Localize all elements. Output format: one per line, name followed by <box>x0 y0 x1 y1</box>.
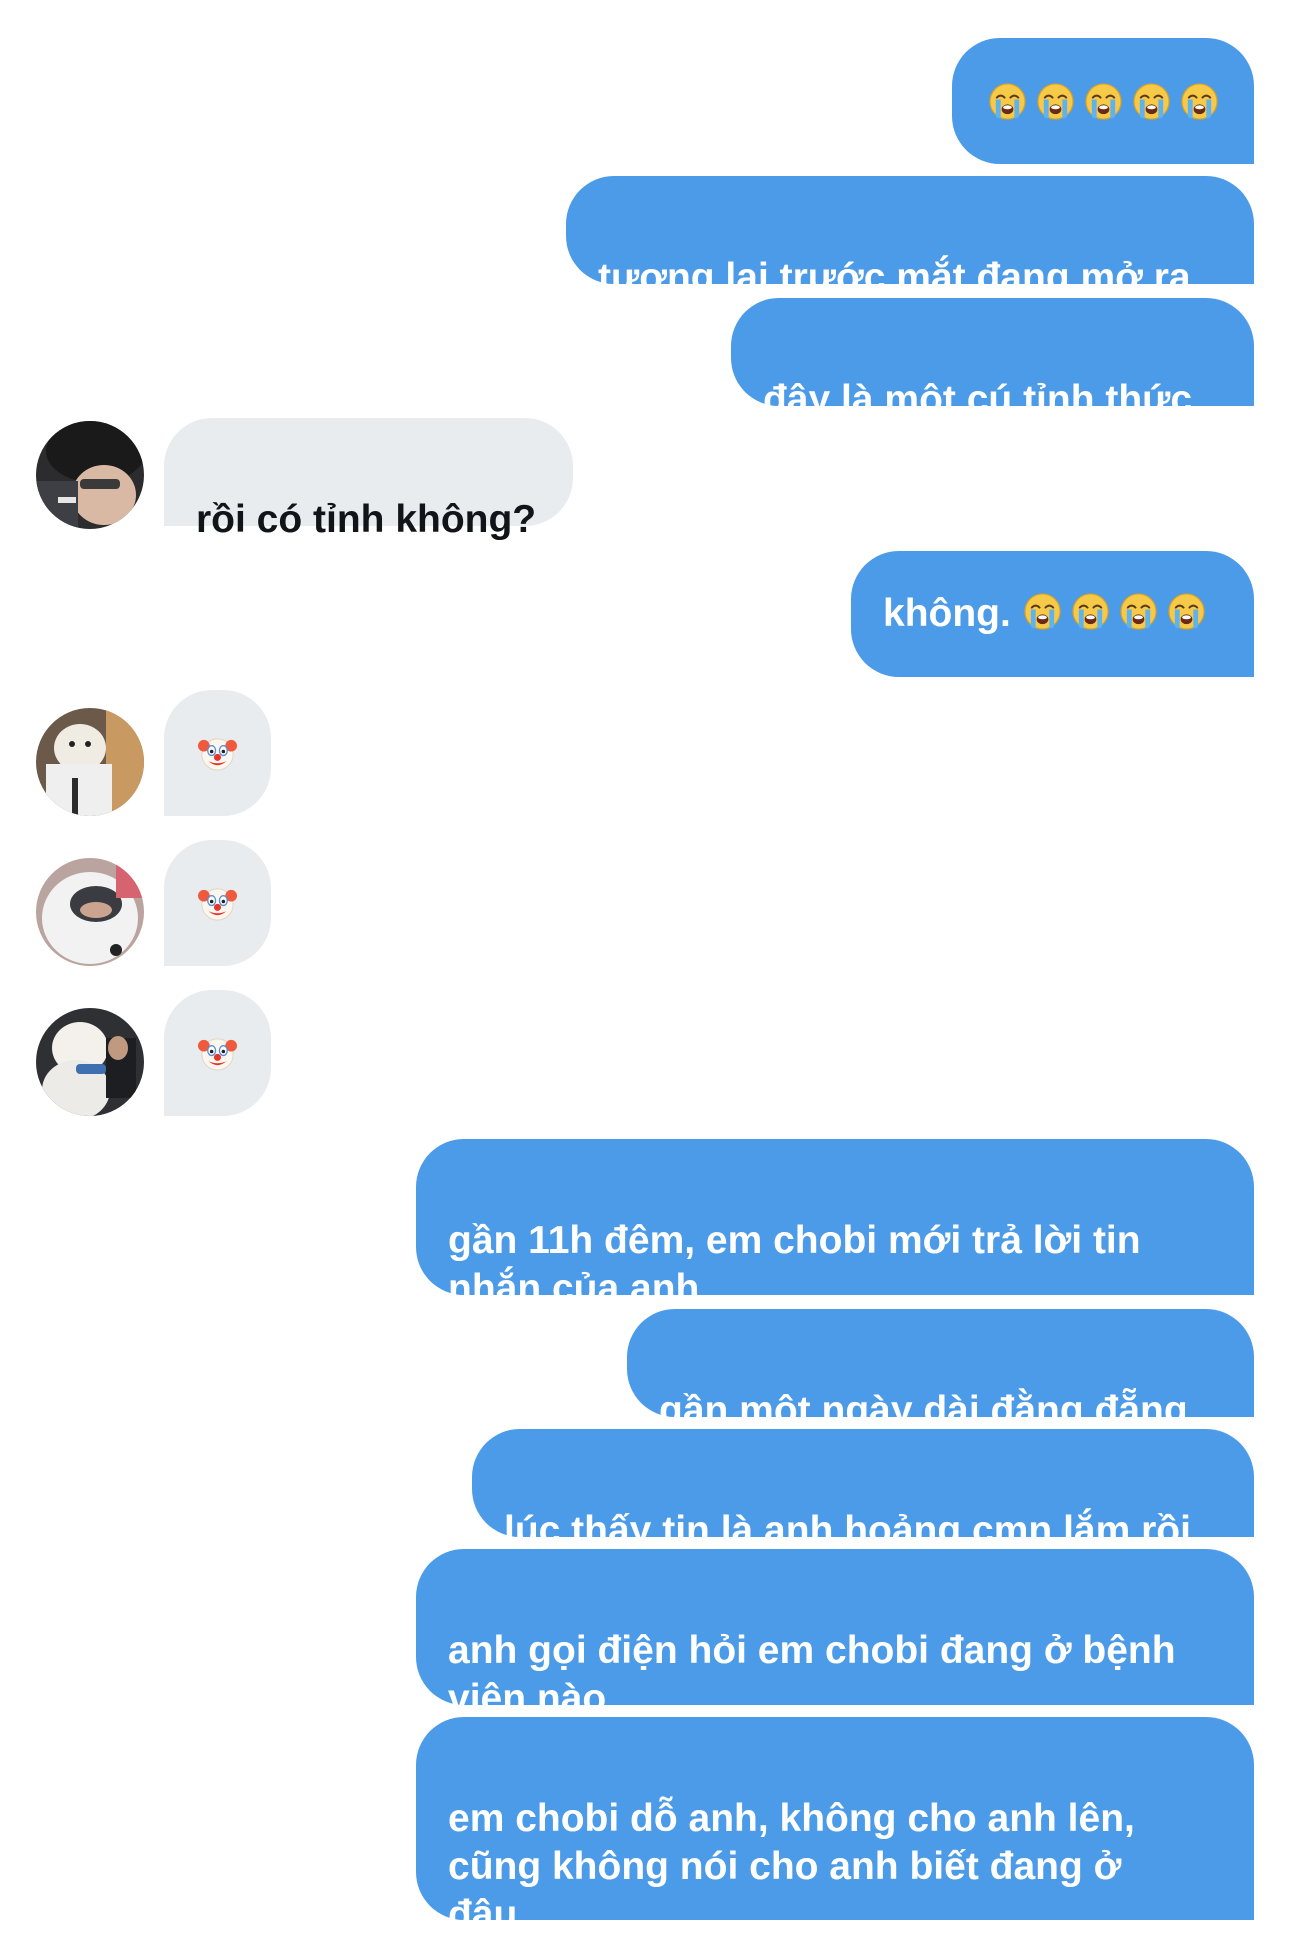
loudly-crying-face-icon <box>988 82 1027 121</box>
loudly-crying-face-icon <box>1071 592 1110 631</box>
outgoing-message[interactable]: không. <box>851 551 1254 677</box>
loudly-crying-face-icon <box>1084 82 1123 121</box>
avatar[interactable] <box>36 858 144 966</box>
outgoing-message[interactable]: em chobi dỗ anh, không cho anh lên, cũng… <box>416 1717 1254 1936</box>
avatar[interactable] <box>36 1008 144 1116</box>
incoming-message[interactable]: rồi có tỉnh không? <box>164 418 573 541</box>
loudly-crying-face-icon <box>1119 592 1158 631</box>
message-thread[interactable]: tương lai trước mắt đang mở ra. đây là m… <box>0 0 1289 1936</box>
incoming-message[interactable] <box>164 690 271 816</box>
avatar[interactable] <box>36 708 144 816</box>
message-text: gần một ngày dài đằng đẵng. <box>659 1389 1199 1432</box>
outgoing-message[interactable]: tương lai trước mắt đang mở ra. <box>566 176 1254 299</box>
avatar[interactable] <box>36 421 144 529</box>
loudly-crying-face-icon <box>1023 592 1062 631</box>
message-text: gần 11h đêm, em chobi mới trả lời tin nh… <box>448 1219 1141 1310</box>
loudly-crying-face-icon <box>1167 592 1206 631</box>
outgoing-message[interactable]: gần một ngày dài đằng đẵng. <box>627 1309 1254 1432</box>
incoming-message[interactable] <box>164 990 271 1116</box>
message-text: đây là một cú tỉnh thức. <box>763 378 1203 421</box>
clown-face-icon <box>198 734 237 773</box>
loudly-crying-face-icon <box>1180 82 1219 121</box>
outgoing-message[interactable]: lúc thấy tin là anh hoảng cmn lắm rồi. <box>472 1429 1254 1552</box>
message-text: anh gọi điện hỏi em chobi đang ở bệnh vi… <box>448 1629 1176 1720</box>
message-text: rồi có tỉnh không? <box>196 498 537 541</box>
outgoing-message[interactable]: gần 11h đêm, em chobi mới trả lời tin nh… <box>416 1139 1254 1310</box>
message-text: không. <box>883 592 1011 635</box>
message-text: lúc thấy tin là anh hoảng cmn lắm rồi. <box>504 1509 1202 1552</box>
incoming-message[interactable] <box>164 840 271 966</box>
clown-face-icon <box>198 884 237 923</box>
loudly-crying-face-icon <box>1132 82 1171 121</box>
outgoing-message[interactable]: anh gọi điện hỏi em chobi đang ở bệnh vi… <box>416 1549 1254 1720</box>
outgoing-message[interactable] <box>952 38 1254 164</box>
message-text: em chobi dỗ anh, không cho anh lên, cũng… <box>448 1797 1135 1936</box>
outgoing-message[interactable]: đây là một cú tỉnh thức. <box>731 298 1254 421</box>
clown-face-icon <box>198 1034 237 1073</box>
loudly-crying-face-icon <box>1036 82 1075 121</box>
message-text: tương lai trước mắt đang mở ra. <box>598 256 1202 299</box>
